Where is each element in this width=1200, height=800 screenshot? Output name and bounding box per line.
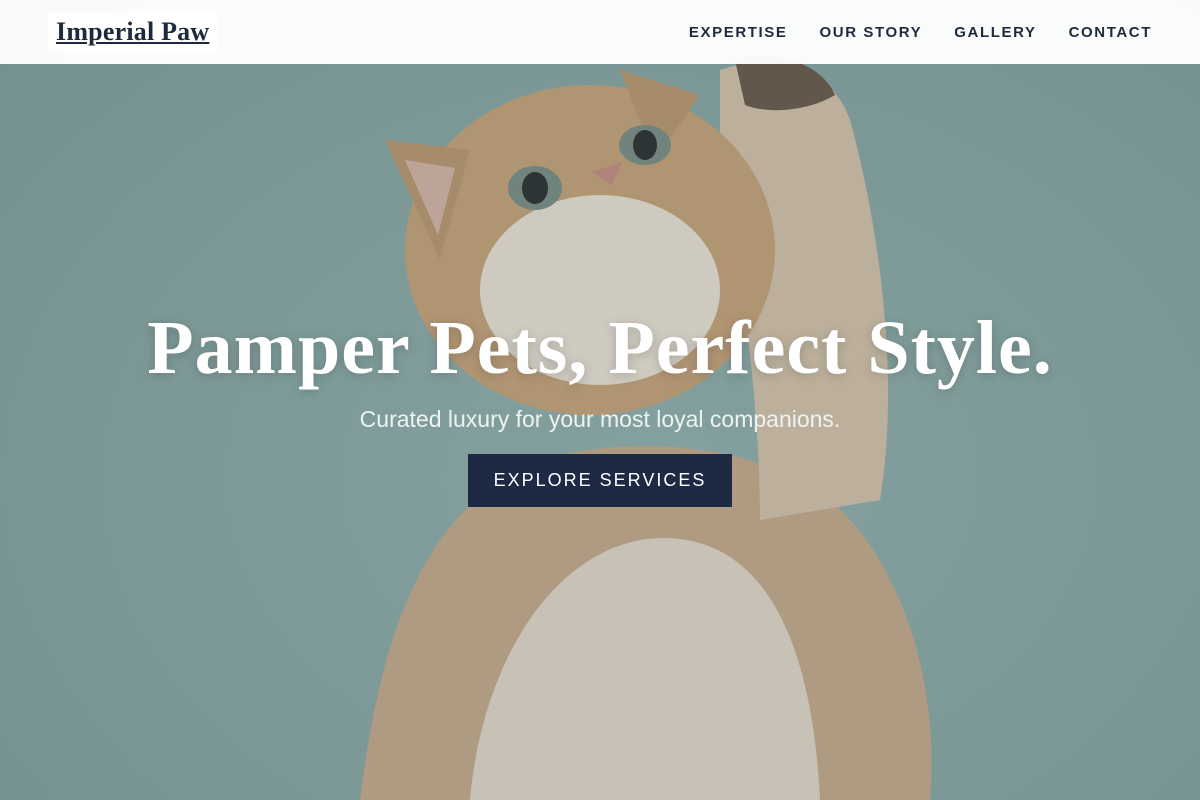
nav-item-expertise[interactable]: EXPERTISE — [689, 24, 788, 41]
hero-title: Pamper Pets, Perfect Style. — [147, 306, 1053, 390]
main-nav: EXPERTISE OUR STORY GALLERY CONTACT — [689, 24, 1152, 41]
explore-services-button[interactable]: EXPLORE SERVICES — [468, 454, 732, 507]
hero-content: Pamper Pets, Perfect Style. Curated luxu… — [0, 300, 1200, 507]
nav-item-gallery[interactable]: GALLERY — [954, 24, 1036, 41]
site-logo[interactable]: Imperial Paw — [48, 12, 218, 52]
hero-subtitle: Curated luxury for your most loyal compa… — [359, 406, 841, 432]
site-header: Imperial Paw EXPERTISE OUR STORY GALLERY… — [0, 0, 1200, 64]
nav-item-contact[interactable]: CONTACT — [1069, 24, 1152, 41]
nav-item-our-story[interactable]: OUR STORY — [820, 24, 923, 41]
